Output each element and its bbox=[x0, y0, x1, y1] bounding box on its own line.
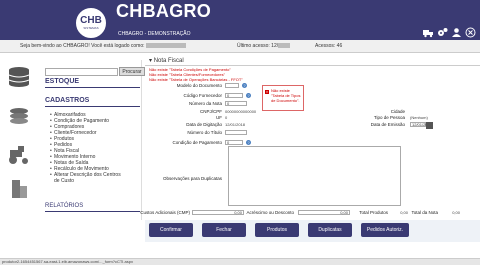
label-numero-nota: Número da Nota bbox=[188, 101, 222, 106]
warning-box: × Não existe "Tabela de Tipos de Documen… bbox=[262, 85, 304, 111]
gears-icon[interactable] bbox=[437, 27, 448, 38]
last-access: Último acesso: 12/ bbox=[237, 40, 291, 53]
help-icon[interactable]: ? bbox=[246, 140, 251, 145]
numero-nota-input[interactable]: 0 bbox=[225, 101, 247, 106]
cnpj-value[interactable]: 00000000000000 bbox=[225, 109, 256, 114]
calendar-icon[interactable] bbox=[426, 122, 433, 129]
section-relatorios[interactable]: RELATÓRIOS bbox=[45, 203, 83, 209]
access-count: Acessos: 46 bbox=[315, 43, 343, 49]
label-total-produtos: Total Produtos bbox=[359, 210, 388, 215]
database-icon[interactable] bbox=[6, 66, 32, 88]
sidebar: Procurar ESTOQUE CADASTROS Almoxarifados… bbox=[42, 60, 145, 220]
label-observacoes: Observações para Duplicatas bbox=[162, 176, 222, 181]
condicao-input[interactable]: 0 bbox=[225, 140, 243, 145]
total-nota-value: 0,00 bbox=[452, 210, 460, 215]
button-bar: Confirmar Fechar Produtos Duplicatas Ped… bbox=[145, 220, 480, 242]
section-cadastros[interactable]: CADASTROS bbox=[45, 97, 89, 104]
label-modelo: Modelo do Documento bbox=[176, 83, 222, 88]
welcome-text: Seja bem-vindo ao CHBAGRO! Você está log… bbox=[20, 40, 186, 53]
app-subtitle: CHBAGRO - DEMONSTRAÇÃO bbox=[118, 31, 191, 37]
modelo-input[interactable] bbox=[225, 83, 239, 88]
status-bar-url: produtor2-1654451567.sa-east-1.elb.amazo… bbox=[0, 258, 480, 265]
help-icon[interactable]: ? bbox=[242, 83, 247, 88]
fechar-button[interactable]: Fechar bbox=[202, 223, 246, 237]
error-message: Não existe "Tabela de Operações Bancária… bbox=[149, 77, 243, 82]
menu-item-alterar-descricao-cont[interactable]: de Custo bbox=[50, 178, 121, 184]
data-emissao-input[interactable]: 12/01/2018 bbox=[410, 122, 432, 127]
duplicatas-button[interactable]: Duplicatas bbox=[308, 223, 352, 237]
data-digitacao-value[interactable]: 12/01/2018 bbox=[225, 122, 245, 127]
divider bbox=[45, 106, 140, 107]
label-total-nota: Total da Nota bbox=[411, 210, 438, 215]
module-icons bbox=[0, 60, 40, 200]
cadastros-menu: Almoxarifados Condição de Pagamento Comp… bbox=[50, 112, 121, 184]
pedidos-autoriz-button[interactable]: Pedidos Autoriz. bbox=[361, 223, 409, 237]
custos-input[interactable]: 0,00 bbox=[192, 210, 244, 215]
label-custos: Custos Adicionais (CMP) bbox=[140, 210, 190, 215]
label-condicao: Condição de Pagamento bbox=[172, 140, 222, 145]
observacoes-textarea[interactable] bbox=[228, 146, 401, 206]
label-data-emissao: Data de Emissão bbox=[370, 122, 405, 127]
user-icon[interactable] bbox=[451, 27, 462, 38]
fornecedor-input[interactable]: 0 bbox=[225, 93, 243, 98]
top-header: CHB SISTEMAS CHBAGRO CHBAGRO - DEMONSTRA… bbox=[0, 0, 480, 40]
label-numero-titulo: Número do Título bbox=[187, 130, 222, 135]
tractor-icon[interactable] bbox=[6, 144, 32, 166]
building-icon[interactable] bbox=[6, 178, 32, 200]
divider bbox=[45, 211, 140, 212]
label-acrescimo: Acréscimo ou Desconto bbox=[246, 210, 294, 215]
search-button[interactable]: Procurar bbox=[119, 67, 145, 76]
app-title: CHBAGRO bbox=[116, 1, 212, 21]
label-data-digitacao: Data de Digitação bbox=[186, 122, 222, 127]
coins-icon[interactable] bbox=[6, 106, 32, 128]
help-icon[interactable]: ? bbox=[246, 93, 251, 98]
page-title: ▾ Nota Fiscal bbox=[149, 58, 184, 64]
confirmar-button[interactable]: Confirmar bbox=[149, 223, 193, 237]
header-icons bbox=[423, 27, 476, 38]
total-produtos-value: 0,00 bbox=[400, 210, 408, 215]
section-estoque[interactable]: ESTOQUE bbox=[45, 78, 79, 85]
tipo-pessoa-value[interactable]: (Nenhum) bbox=[410, 115, 428, 120]
produtos-button[interactable]: Produtos bbox=[255, 223, 299, 237]
label-uf: UF bbox=[216, 115, 222, 120]
uf-value[interactable]: 0 bbox=[225, 115, 227, 120]
acrescimo-input[interactable]: 0,00 bbox=[298, 210, 350, 215]
welcome-bar: Seja bem-vindo ao CHBAGRO! Você está log… bbox=[0, 40, 480, 53]
label-cnpj: CNPJ/CPF bbox=[199, 109, 222, 114]
sidebar-search-input[interactable] bbox=[45, 68, 118, 76]
logo-subtext: SISTEMAS bbox=[83, 26, 99, 30]
numero-titulo-input[interactable] bbox=[225, 130, 247, 135]
error-icon: × bbox=[265, 89, 269, 94]
label-tipo-pessoa: Tipo de Pessoa bbox=[373, 115, 405, 120]
divider bbox=[145, 65, 480, 66]
label-cidade: Cidade bbox=[390, 109, 405, 114]
close-icon[interactable] bbox=[465, 27, 476, 38]
warning-text: Não existe "Tabela de Tipos de Documento… bbox=[271, 88, 301, 103]
label-fornecedor: Código Fornecedor bbox=[183, 93, 222, 98]
divider bbox=[45, 87, 140, 88]
truck-icon[interactable] bbox=[423, 27, 434, 38]
chb-logo[interactable]: CHB SISTEMAS bbox=[74, 6, 108, 40]
logo-text: CHB bbox=[80, 15, 102, 26]
